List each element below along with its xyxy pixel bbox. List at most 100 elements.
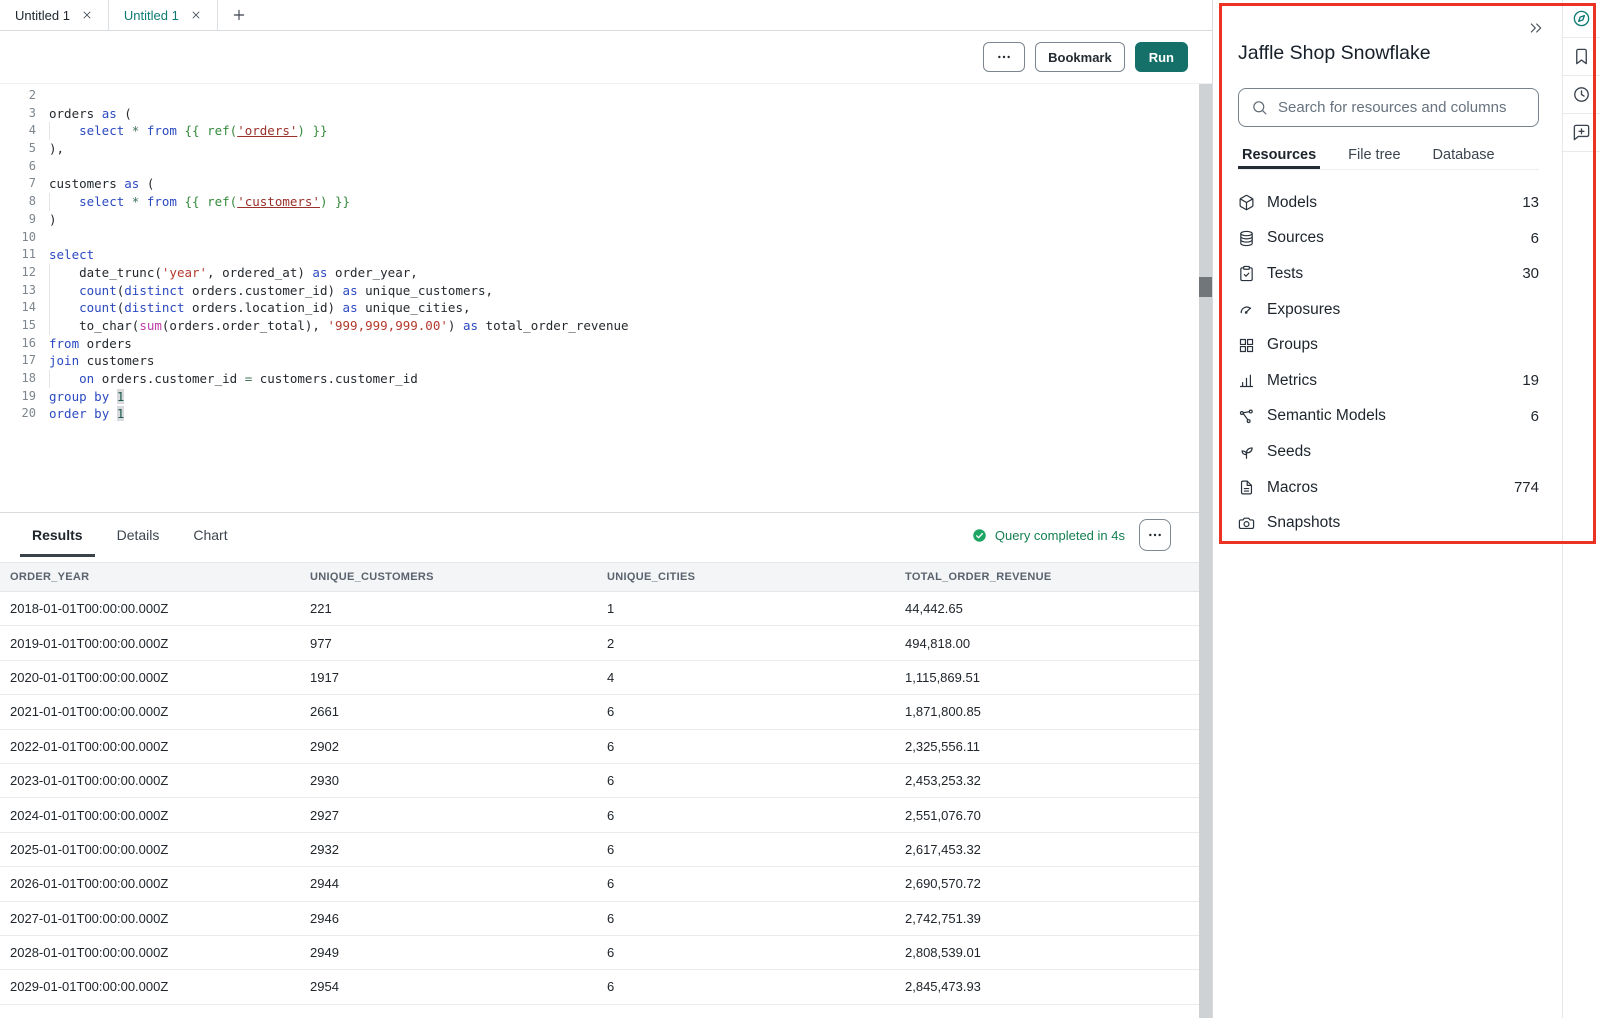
- resource-item-groups[interactable]: Groups: [1238, 327, 1539, 363]
- collapse-panel-icon[interactable]: [1528, 20, 1544, 36]
- code-line: 10: [0, 229, 1199, 247]
- results-table-body: 2018-01-01T00:00:00.000Z221144,442.65201…: [0, 592, 1199, 1005]
- table-row[interactable]: 2021-01-01T00:00:00.000Z266161,871,800.8…: [0, 695, 1199, 729]
- table-row[interactable]: 2023-01-01T00:00:00.000Z293062,453,253.3…: [0, 764, 1199, 798]
- splitter-handle[interactable]: [1199, 277, 1212, 297]
- panel-tab-resources[interactable]: Resources: [1238, 141, 1320, 169]
- results-tab-chart[interactable]: Chart: [181, 513, 239, 557]
- resource-label: Snapshots: [1267, 514, 1340, 532]
- close-icon[interactable]: [190, 9, 202, 21]
- database-icon: [1238, 230, 1255, 247]
- rail-button-message-plus[interactable]: [1563, 114, 1600, 152]
- table-cell: 1,871,800.85: [895, 704, 1199, 719]
- results-pane: ResultsDetailsChart Query completed in 4…: [0, 512, 1199, 1018]
- results-tab-results[interactable]: Results: [20, 513, 95, 557]
- table-cell: 2,551,076.70: [895, 808, 1199, 823]
- table-row[interactable]: 2022-01-01T00:00:00.000Z290262,325,556.1…: [0, 730, 1199, 764]
- resource-item-macros[interactable]: Macros774: [1238, 470, 1539, 506]
- plus-icon: [231, 7, 247, 23]
- resource-item-semantic-models[interactable]: Semantic Models6: [1238, 399, 1539, 435]
- table-cell: 2,690,570.72: [895, 876, 1199, 891]
- line-number: 19: [0, 388, 49, 406]
- table-cell: 1917: [300, 670, 597, 685]
- column-header: UNIQUE_CITIES: [597, 571, 895, 583]
- resource-item-metrics[interactable]: Metrics19: [1238, 363, 1539, 399]
- resource-item-snapshots[interactable]: Snapshots: [1238, 505, 1539, 541]
- line-number: 13: [0, 282, 49, 300]
- editor-tab-1[interactable]: Untitled 1: [0, 0, 109, 30]
- resources-panel: Jaffle Shop Snowflake Resources File tree…: [1212, 0, 1600, 1018]
- indent-guide: [49, 370, 50, 388]
- indent-guide: [49, 282, 50, 300]
- table-cell: 2,325,556.11: [895, 739, 1199, 754]
- editor-tab-2[interactable]: Untitled 1: [109, 0, 218, 30]
- table-row[interactable]: 2028-01-01T00:00:00.000Z294962,808,539.0…: [0, 936, 1199, 970]
- panel-tab-bar: Resources File tree Database: [1238, 141, 1539, 170]
- results-more-button[interactable]: [1139, 519, 1171, 551]
- sql-code-editor[interactable]: 23orders as (4 select * from {{ ref('ord…: [0, 84, 1199, 512]
- close-icon[interactable]: [81, 9, 93, 21]
- table-row[interactable]: 2024-01-01T00:00:00.000Z292762,551,076.7…: [0, 798, 1199, 832]
- table-row[interactable]: 2029-01-01T00:00:00.000Z295462,845,473.9…: [0, 970, 1199, 1004]
- table-cell: 6: [597, 773, 895, 788]
- line-number: 18: [0, 370, 49, 388]
- resource-item-tests[interactable]: Tests30: [1238, 256, 1539, 292]
- check-circle-icon: [972, 528, 987, 543]
- table-cell: 2029-01-01T00:00:00.000Z: [0, 979, 300, 994]
- table-cell: 2028-01-01T00:00:00.000Z: [0, 945, 300, 960]
- camera-icon: [1238, 515, 1255, 532]
- table-cell: 6: [597, 876, 895, 891]
- rail-button-history[interactable]: [1563, 76, 1600, 114]
- resource-label: Models: [1267, 194, 1317, 212]
- line-number: 14: [0, 299, 49, 317]
- line-number: 5: [0, 140, 49, 158]
- column-header: TOTAL_ORDER_REVENUE: [895, 571, 1199, 583]
- rail-button-bookmark[interactable]: [1563, 38, 1600, 76]
- line-number: 4: [0, 122, 49, 140]
- table-row[interactable]: 2026-01-01T00:00:00.000Z294462,690,570.7…: [0, 867, 1199, 901]
- table-cell: 2,742,751.39: [895, 911, 1199, 926]
- code-line: 7customers as (: [0, 175, 1199, 193]
- table-row[interactable]: 2025-01-01T00:00:00.000Z293262,617,453.3…: [0, 833, 1199, 867]
- panel-tab-file-tree[interactable]: File tree: [1344, 141, 1404, 169]
- bookmark-icon: [1572, 47, 1591, 66]
- resource-item-models[interactable]: Models13: [1238, 185, 1539, 221]
- code-line: 3orders as (: [0, 105, 1199, 123]
- table-row[interactable]: 2018-01-01T00:00:00.000Z221144,442.65: [0, 592, 1199, 626]
- message-plus-icon: [1572, 123, 1591, 142]
- resource-item-seeds[interactable]: Seeds: [1238, 434, 1539, 470]
- table-row[interactable]: 2019-01-01T00:00:00.000Z9772494,818.00: [0, 626, 1199, 660]
- new-tab-button[interactable]: [218, 0, 260, 30]
- line-number: 20: [0, 405, 49, 423]
- table-row[interactable]: 2027-01-01T00:00:00.000Z294662,742,751.3…: [0, 902, 1199, 936]
- column-header: UNIQUE_CUSTOMERS: [300, 571, 597, 583]
- table-cell: 2022-01-01T00:00:00.000Z: [0, 739, 300, 754]
- panel-tab-database[interactable]: Database: [1429, 141, 1499, 169]
- table-cell: 2,453,253.32: [895, 773, 1199, 788]
- line-number: 3: [0, 105, 49, 123]
- ellipsis-icon: [996, 49, 1012, 65]
- table-cell: 1,115,869.51: [895, 670, 1199, 685]
- resource-search-input[interactable]: [1278, 99, 1526, 116]
- resource-count: 30: [1522, 265, 1539, 282]
- resource-count: 774: [1514, 479, 1539, 496]
- pane-splitter[interactable]: [1199, 84, 1212, 1018]
- table-row[interactable]: 2020-01-01T00:00:00.000Z191741,115,869.5…: [0, 661, 1199, 695]
- table-cell: 6: [597, 945, 895, 960]
- line-number: 9: [0, 211, 49, 229]
- rail-button-compass[interactable]: [1563, 0, 1600, 38]
- table-cell: 2944: [300, 876, 597, 891]
- resource-item-sources[interactable]: Sources6: [1238, 221, 1539, 257]
- bookmark-button[interactable]: Bookmark: [1035, 42, 1125, 72]
- table-cell: 2927: [300, 808, 597, 823]
- table-cell: 2018-01-01T00:00:00.000Z: [0, 601, 300, 616]
- resource-item-exposures[interactable]: Exposures: [1238, 292, 1539, 328]
- right-icon-rail: [1562, 0, 1600, 1018]
- project-title: Jaffle Shop Snowflake: [1238, 42, 1431, 65]
- run-button[interactable]: Run: [1135, 42, 1188, 72]
- results-tab-details[interactable]: Details: [105, 513, 172, 557]
- editor-more-button[interactable]: [983, 42, 1025, 72]
- indent-guide: [49, 264, 50, 282]
- code-line: 17join customers: [0, 352, 1199, 370]
- table-cell: 2025-01-01T00:00:00.000Z: [0, 842, 300, 857]
